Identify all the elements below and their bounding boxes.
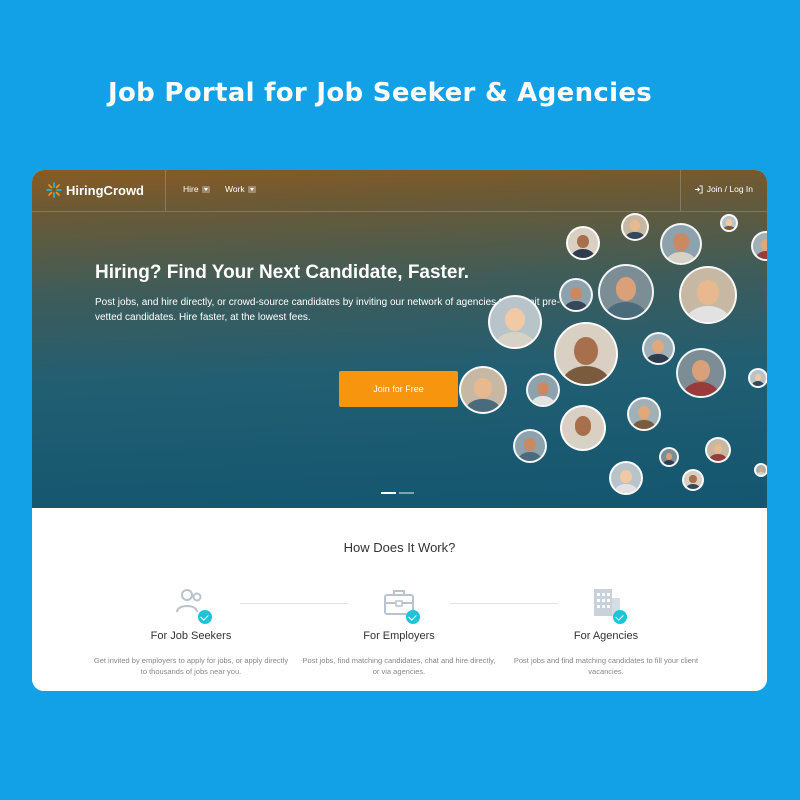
nav-item-hire[interactable]: Hire (183, 184, 210, 194)
candidate-avatar (751, 231, 767, 261)
nav-divider (165, 170, 166, 211)
check-icon (198, 610, 212, 624)
section-title: How Does It Work? (343, 540, 456, 555)
briefcase-icon (382, 586, 420, 624)
candidate-avatar (554, 322, 618, 386)
hero-section: HiringCrowd Hire Work Join / Log In Hiri… (32, 170, 767, 508)
candidate-avatar (627, 397, 661, 431)
candidate-avatar (660, 223, 702, 265)
candidate-avatar (679, 266, 737, 324)
candidate-avatar (566, 226, 600, 260)
candidate-avatar (705, 437, 731, 463)
candidate-avatar (641, 331, 675, 365)
step-job-seekers: For Job Seekers Get invited by employers… (91, 586, 291, 677)
step-description: Post jobs and find matching candidates t… (513, 656, 699, 676)
candidate-avatar (720, 214, 738, 232)
building-icon (589, 586, 627, 624)
logo-text: HiringCrowd (66, 182, 144, 198)
page-title: Job Portal for Job Seeker & Agencies (107, 78, 653, 108)
carousel-dot[interactable] (381, 492, 396, 494)
candidate-avatar (526, 373, 560, 407)
candidate-avatar (609, 461, 643, 495)
candidate-avatar (754, 463, 767, 477)
nav-item-label: Work (225, 184, 245, 194)
candidate-avatar (559, 278, 593, 312)
candidate-avatar (459, 366, 507, 414)
how-it-works-section: How Does It Work? For Job Seekers Get in… (32, 508, 767, 691)
hero-headline: Hiring? Find Your Next Candidate, Faster… (95, 262, 470, 283)
candidate-avatar (748, 368, 767, 388)
step-title: For Job Seekers (150, 630, 232, 642)
login-link[interactable]: Join / Log In (694, 184, 753, 194)
login-label: Join / Log In (706, 184, 753, 194)
candidate-avatar (513, 429, 547, 463)
login-icon (694, 184, 703, 194)
check-icon (406, 610, 420, 624)
chevron-down-icon (201, 185, 210, 193)
step-title: For Employers (363, 630, 435, 642)
candidate-avatar (659, 447, 679, 467)
users-icon (174, 586, 212, 624)
nav-divider (680, 170, 681, 211)
step-description: Get invited by employers to apply for jo… (93, 656, 289, 676)
step-employers: For Employers Post jobs, find matching c… (299, 586, 499, 677)
candidate-avatar (621, 213, 649, 241)
logo-icon (46, 182, 62, 198)
candidate-avatar (598, 264, 654, 320)
chevron-down-icon (247, 185, 256, 193)
nav-item-work[interactable]: Work (225, 184, 256, 194)
check-icon (613, 610, 627, 624)
website-screenshot: HiringCrowd Hire Work Join / Log In Hiri… (32, 170, 767, 691)
candidate-avatar (560, 405, 606, 451)
nav-item-label: Hire (183, 184, 199, 194)
candidate-avatar (676, 348, 726, 398)
carousel-dot[interactable] (399, 492, 414, 494)
step-title: For Agencies (573, 630, 639, 642)
step-description: Post jobs, find matching candidates, cha… (302, 656, 496, 676)
logo[interactable]: HiringCrowd (46, 182, 144, 198)
navbar: HiringCrowd Hire Work Join / Log In (32, 170, 767, 212)
join-for-free-button[interactable]: Join for Free (339, 371, 458, 407)
step-agencies: For Agencies Post jobs and find matching… (506, 586, 706, 677)
candidate-avatar (682, 469, 704, 491)
candidate-avatar (488, 295, 542, 349)
carousel-indicators (381, 492, 417, 494)
